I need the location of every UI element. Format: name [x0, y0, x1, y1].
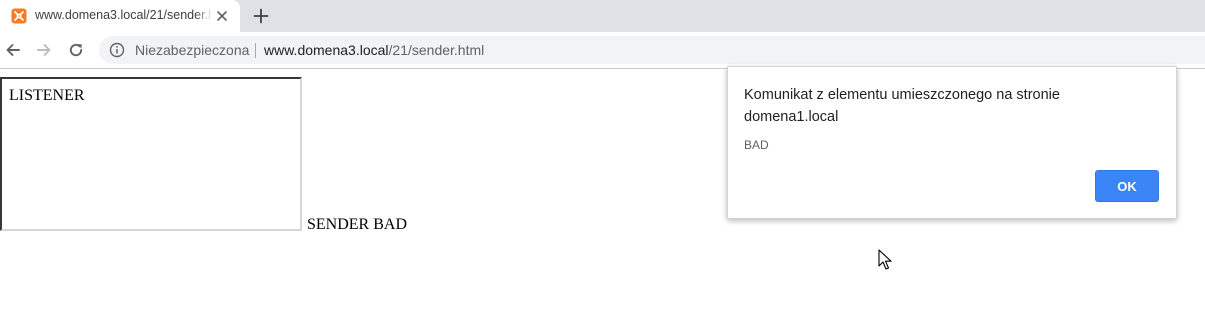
tab-strip: www.domena3.local/21/sender.html	[0, 0, 1205, 32]
browser-tab[interactable]: www.domena3.local/21/sender.html	[0, 0, 240, 32]
sender-text: SENDER BAD	[307, 216, 408, 233]
arrow-left-icon[interactable]	[4, 41, 22, 59]
reload-icon[interactable]	[67, 41, 85, 59]
url-host: www.domena3.local	[264, 42, 389, 58]
listener-iframe: LISTENER	[0, 77, 302, 231]
iframe-text: LISTENER	[9, 87, 85, 104]
tab-title: www.domena3.local/21/sender.html	[35, 8, 213, 22]
xampp-icon	[11, 8, 27, 24]
ok-button[interactable]: OK	[1095, 170, 1159, 202]
mouse-cursor-icon	[878, 249, 892, 270]
alert-dialog: Komunikat z elementu umieszczonego na st…	[727, 66, 1177, 219]
info-icon[interactable]	[109, 42, 125, 58]
url-path: /21/sender.html	[388, 42, 485, 58]
url-text[interactable]: www.domena3.local/21/sender.html	[264, 36, 484, 64]
close-icon[interactable]	[214, 8, 230, 24]
dialog-message: BAD	[744, 138, 769, 152]
dialog-title: Komunikat z elementu umieszczonego na st…	[744, 87, 1060, 125]
browser-toolbar: Niezabezpieczona www.domena3.local/21/se…	[0, 32, 1205, 69]
arrow-right-icon[interactable]	[35, 41, 53, 59]
plus-icon[interactable]	[252, 7, 270, 25]
omnibox-divider	[255, 43, 256, 58]
security-label[interactable]: Niezabezpieczona	[135, 36, 249, 64]
tab-title-fade	[195, 0, 213, 32]
address-bar[interactable]: Niezabezpieczona www.domena3.local/21/se…	[99, 36, 1205, 64]
